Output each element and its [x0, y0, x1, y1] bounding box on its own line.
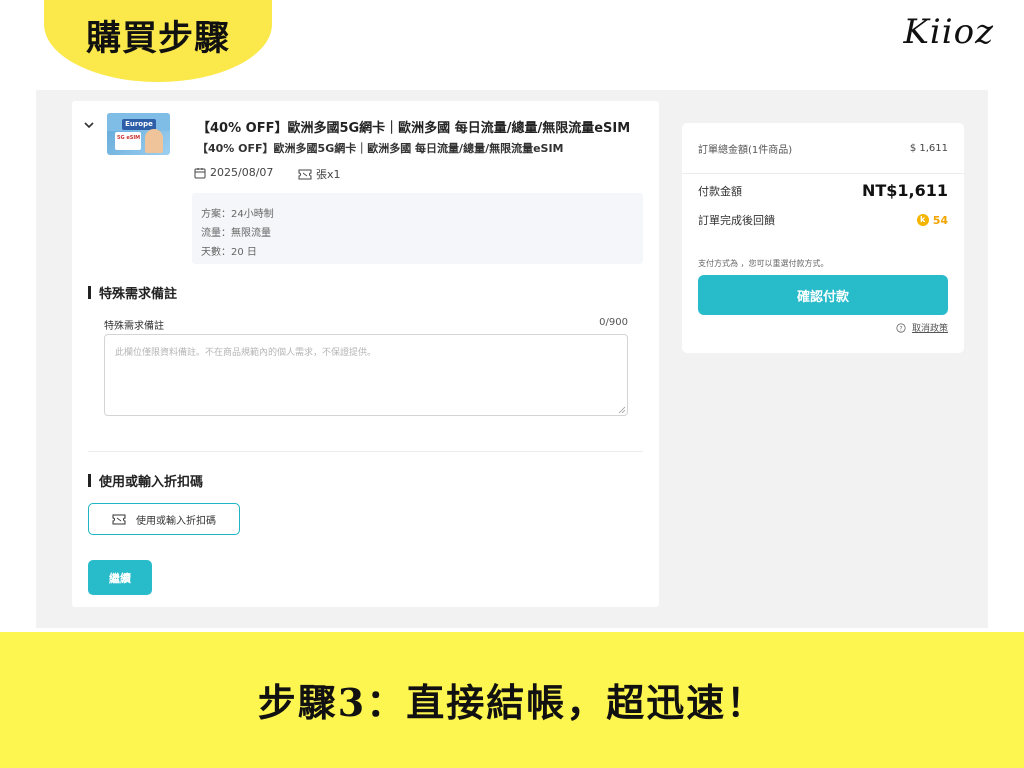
footer-step-text: 步驟3：直接結帳，超迅速！ [257, 680, 767, 725]
continue-button[interactable]: 繼續 [88, 560, 152, 595]
order-total-row: 訂單總金額(1件商品) $ 1,611 [698, 141, 948, 156]
reward-label: 訂單完成後回饋 [698, 214, 775, 227]
calendar-icon [194, 167, 206, 178]
checkout-page: Europe 5G eSIM 【40% OFF】歐洲多國5G網卡｜歐洲多國 每日… [36, 90, 988, 628]
confirm-payment-button[interactable]: 確認付款 [698, 275, 948, 315]
chevron-down-icon[interactable] [83, 119, 95, 131]
coin-icon: k [916, 214, 929, 226]
order-total-label: 訂單總金額(1件商品) [698, 145, 793, 156]
special-request-heading: 特殊需求備註 [88, 283, 177, 302]
resize-handle-icon[interactable] [618, 406, 626, 414]
help-circle-icon: ? [896, 322, 906, 333]
reward-row: 訂單完成後回饋 k 54 [698, 212, 948, 228]
plan-detail-line: 天數：20 日 [201, 247, 257, 258]
summary-divider [682, 173, 964, 174]
payment-amount-value: NT$1,611 [861, 181, 948, 200]
coupon-button[interactable]: 使用或輸入折扣碼 [88, 503, 240, 535]
payment-amount-row: 付款金額 NT$1,611 [698, 181, 948, 200]
svg-text:?: ? [899, 325, 902, 332]
footer-banner: 步驟3：直接結帳，超迅速！ [0, 632, 1024, 768]
order-total-value: $ 1,611 [909, 143, 948, 154]
step-badge: 購買步驟 [44, 0, 272, 82]
ticket-icon [112, 514, 126, 524]
payment-amount-label: 付款金額 [698, 184, 742, 198]
kiioz-logo: Kiioz [903, 12, 994, 52]
plan-details: 方案：24小時制 流量：無限流量 天數：20 日 [192, 193, 643, 264]
special-request-input[interactable] [104, 334, 628, 416]
product-thumbnail: Europe 5G eSIM [107, 113, 170, 155]
order-main-card: Europe 5G eSIM 【40% OFF】歐洲多國5G網卡｜歐洲多國 每日… [72, 101, 659, 607]
order-summary-card: 訂單總金額(1件商品) $ 1,611 付款金額 NT$1,611 訂單完成後回… [682, 123, 964, 353]
coupon-heading: 使用或輸入折扣碼 [88, 471, 203, 490]
step-title: 購買步驟 [85, 19, 230, 59]
cancel-policy-link[interactable]: 取消政策 [912, 321, 948, 334]
ticket-icon [298, 169, 312, 179]
product-subtitle: 【40% OFF】歐洲多國5G網卡｜歐洲多國 每日流量/總量/無限流量eSIM [197, 142, 564, 155]
section-divider [88, 451, 643, 452]
char-counter: 0/900 [599, 317, 628, 328]
travel-date: 2025/08/07 [194, 166, 273, 179]
ticket-quantity: 張x1 [298, 166, 341, 182]
special-request-label: 特殊需求備註 [104, 321, 164, 332]
thumbnail-person [145, 129, 163, 153]
payment-method-note: 支付方式為 ，您可以重選付款方式。 [698, 259, 829, 268]
plan-detail-line: 流量：無限流量 [201, 228, 271, 239]
product-title: 【40% OFF】歐洲多國5G網卡｜歐洲多國 每日流量/總量/無限流量eSIM [197, 121, 631, 136]
cancel-policy[interactable]: ? 取消政策 [896, 321, 948, 334]
reward-value: k 54 [916, 214, 948, 227]
plan-detail-line: 方案：24小時制 [201, 209, 274, 220]
thumbnail-sim-card: 5G eSIM [115, 132, 141, 150]
